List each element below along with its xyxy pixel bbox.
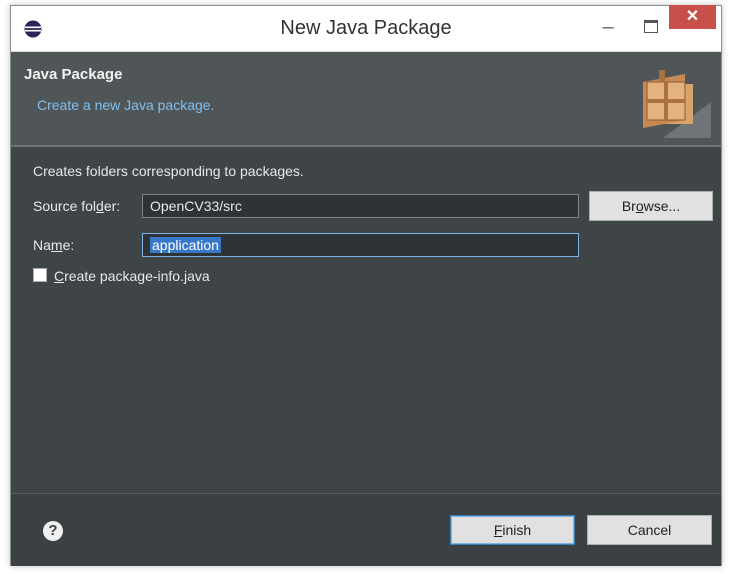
- label-part: wse...: [643, 198, 681, 214]
- mnemonic: m: [50, 237, 63, 253]
- package-icon: [625, 70, 711, 138]
- label-part: Na: [33, 237, 51, 253]
- maximize-icon: [644, 20, 658, 33]
- finish-button[interactable]: Finish: [450, 515, 575, 545]
- label-part: e:: [62, 237, 75, 253]
- title-bar[interactable]: New Java Package – ✕: [11, 5, 721, 52]
- label-part: Source fol: [33, 198, 97, 214]
- intro-text: Creates folders corresponding to package…: [33, 163, 304, 179]
- label-part: er:: [103, 198, 121, 214]
- cancel-button[interactable]: Cancel: [587, 515, 712, 545]
- wizard-body: Creates folders corresponding to package…: [11, 147, 721, 492]
- mnemonic: o: [635, 198, 644, 214]
- name-value-selected: application: [150, 237, 221, 253]
- close-button[interactable]: ✕: [669, 5, 716, 29]
- source-folder-value: OpenCV33/src: [150, 198, 242, 214]
- mnemonic: C: [54, 268, 65, 284]
- name-label: Name:: [33, 237, 74, 253]
- name-input[interactable]: application: [142, 233, 579, 257]
- label-part: reate package-info.java: [64, 268, 210, 284]
- wizard-description: Create a new Java package.: [37, 97, 215, 113]
- button-bar: ? Finish Cancel: [11, 493, 721, 566]
- wizard-title: Java Package: [24, 66, 123, 83]
- minimize-button[interactable]: –: [593, 14, 623, 40]
- source-folder-input[interactable]: OpenCV33/src: [142, 194, 579, 218]
- new-java-package-dialog: New Java Package – ✕ Java Package Create…: [10, 5, 722, 566]
- browse-button[interactable]: Browse...: [589, 191, 713, 221]
- wizard-header: Java Package Create a new Java package.: [11, 52, 721, 147]
- package-info-checkbox[interactable]: [33, 268, 47, 282]
- help-icon[interactable]: ?: [43, 521, 63, 541]
- label-part: Br: [621, 198, 636, 214]
- mnemonic: d: [96, 198, 104, 214]
- maximize-button[interactable]: [636, 14, 666, 40]
- package-info-label[interactable]: Create package-info.java: [54, 268, 210, 284]
- label-part: inish: [502, 522, 532, 538]
- source-folder-label: Source folder:: [33, 198, 120, 214]
